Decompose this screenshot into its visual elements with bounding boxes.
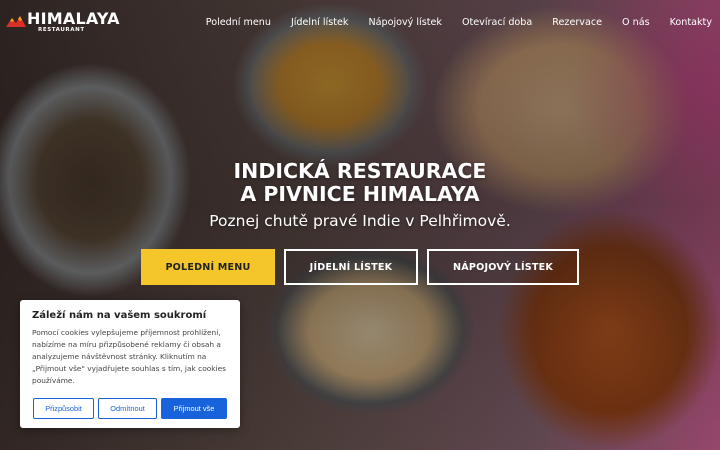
nav-item-food-menu[interactable]: Jídelní lístek <box>291 17 349 28</box>
mountain-logo-icon <box>6 15 26 27</box>
cookie-text: Pomocí cookies vylepšujeme příjemnost pr… <box>32 328 226 385</box>
lunch-menu-button[interactable]: POLEDNÍ MENU <box>141 249 275 285</box>
cookie-buttons: Přizpůsobit Odmítnout Přijmout vše <box>33 398 227 419</box>
navbar: HIMALAYA RESTAURANT Polední menu Jídelní… <box>0 0 720 44</box>
nav-item-about[interactable]: O nás <box>622 17 650 28</box>
nav-item-reservation[interactable]: Rezervace <box>552 17 602 28</box>
cookie-accept-all-button[interactable]: Přijmout vše <box>161 398 227 419</box>
nav-item-drinks-menu[interactable]: Nápojový lístek <box>368 17 442 28</box>
hero-title: INDICKÁ RESTAURACE A PIVNICE HIMALAYA <box>0 160 720 206</box>
cookie-title: Záleží nám na vašem soukromí <box>32 310 207 321</box>
hero-subtitle: Poznej chutě pravé Indie v Pelhřimově. <box>209 212 511 230</box>
hero-title-line2: A PIVNICE HIMALAYA <box>240 182 480 206</box>
logo[interactable]: HIMALAYA RESTAURANT <box>6 8 120 34</box>
food-menu-button[interactable]: JÍDELNÍ LÍSTEK <box>284 249 418 285</box>
nav-item-contacts[interactable]: Kontakty <box>670 17 712 28</box>
logo-name: HIMALAYA <box>27 8 120 28</box>
logo-tagline: RESTAURANT <box>38 26 85 33</box>
nav-item-lunch-menu[interactable]: Polední menu <box>206 17 271 28</box>
cookie-consent-dialog: Záleží nám na vašem soukromí Pomocí cook… <box>20 300 240 428</box>
nav-item-opening-hours[interactable]: Otevírací doba <box>462 17 532 28</box>
cookie-customize-button[interactable]: Přizpůsobit <box>33 398 94 419</box>
main-nav: Polední menu Jídelní lístek Nápojový lís… <box>186 17 712 28</box>
cookie-reject-button[interactable]: Odmítnout <box>98 398 157 419</box>
hero-title-line1: INDICKÁ RESTAURACE <box>233 159 487 183</box>
drinks-menu-button[interactable]: NÁPOJOVÝ LÍSTEK <box>427 249 579 285</box>
